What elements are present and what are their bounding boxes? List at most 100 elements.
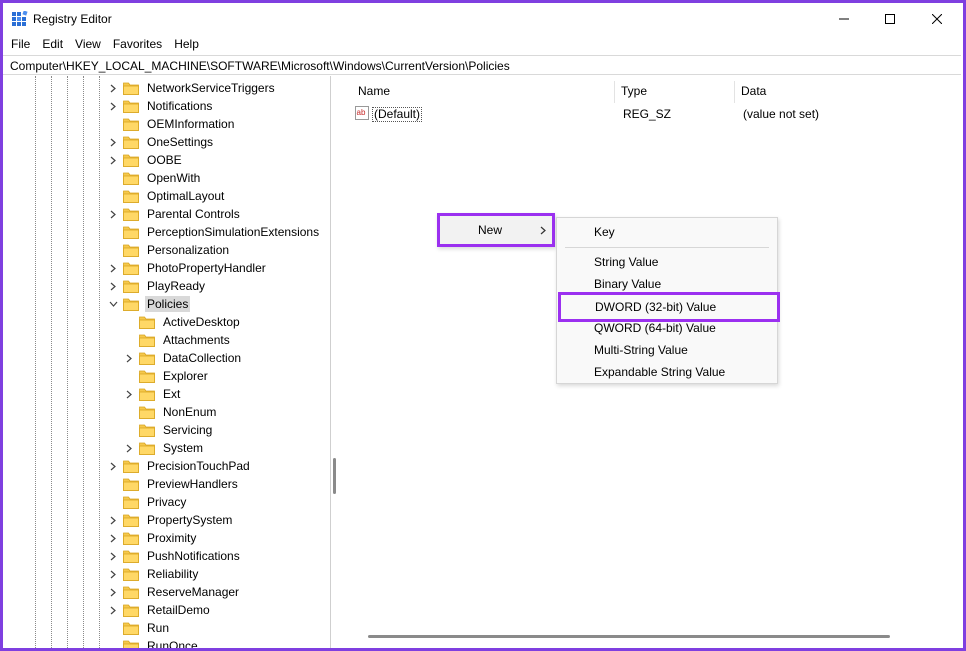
folder-icon: [139, 370, 155, 383]
tree-item[interactable]: Attachments: [124, 331, 232, 349]
tree-item[interactable]: RetailDemo: [108, 601, 212, 619]
submenu-item-key[interactable]: Key: [557, 221, 777, 243]
tree-guide-line: [51, 76, 52, 648]
tree-item[interactable]: OneSettings: [108, 133, 215, 151]
column-header-name[interactable]: Name: [358, 84, 390, 98]
tree-item[interactable]: Explorer: [124, 367, 210, 385]
expander-placeholder: [124, 367, 134, 385]
chevron-down-icon[interactable]: [108, 295, 118, 313]
tree-item-label: Servicing: [163, 423, 213, 437]
tree-item[interactable]: OptimalLayout: [108, 187, 226, 205]
folder-icon: [139, 442, 155, 455]
chevron-right-icon[interactable]: [108, 205, 118, 223]
tree-item-label: Run: [147, 621, 170, 635]
chevron-right-icon[interactable]: [108, 277, 118, 295]
tree-item-label: Proximity: [147, 531, 197, 545]
minimize-button[interactable]: [821, 3, 867, 34]
chevron-right-icon[interactable]: [108, 457, 118, 475]
chevron-right-icon[interactable]: [108, 547, 118, 565]
submenu-item-expandable-string-value[interactable]: Expandable String Value: [557, 361, 777, 383]
chevron-right-icon[interactable]: [124, 439, 134, 457]
tree-item[interactable]: OpenWith: [108, 169, 202, 187]
table-row[interactable]: ab (Default) REG_SZ (value not set): [355, 105, 955, 123]
tree-item[interactable]: OOBE: [108, 151, 184, 169]
folder-icon: [123, 550, 139, 563]
registry-editor-window: Registry Editor File Edit View Favorites…: [3, 3, 963, 648]
tree-item[interactable]: Reliability: [108, 565, 200, 583]
tree-item[interactable]: Parental Controls: [108, 205, 242, 223]
tree-item[interactable]: Personalization: [108, 241, 231, 259]
folder-icon: [123, 154, 139, 167]
tree-pane[interactable]: NetworkServiceTriggers Notifications OEMIn…: [5, 76, 331, 648]
chevron-right-icon[interactable]: [124, 349, 134, 367]
new-submenu: Key String Value Binary Value DWORD (32-…: [556, 217, 780, 384]
chevron-right-icon[interactable]: [108, 601, 118, 619]
horizontal-scrollbar[interactable]: [368, 635, 890, 638]
tree-item[interactable]: Policies: [108, 295, 191, 313]
tree-item[interactable]: Ext: [124, 385, 182, 403]
menu-view[interactable]: View: [69, 35, 107, 55]
column-header-data[interactable]: Data: [741, 84, 766, 98]
chevron-right-icon[interactable]: [108, 259, 118, 277]
tree-item[interactable]: RunOnce: [108, 637, 200, 648]
tree-item-label: PreviewHandlers: [147, 477, 238, 491]
tree-item[interactable]: DataCollection: [124, 349, 243, 367]
tree-item-label: OptimalLayout: [147, 189, 225, 203]
tree-item[interactable]: PhotoPropertyHandler: [108, 259, 268, 277]
expander-placeholder: [108, 241, 118, 259]
menu-item-new[interactable]: New: [440, 219, 552, 241]
svg-text:ab: ab: [357, 108, 366, 117]
chevron-right-icon[interactable]: [108, 79, 118, 97]
chevron-right-icon[interactable]: [108, 151, 118, 169]
tree-item[interactable]: System: [124, 439, 205, 457]
submenu-item-qword-value[interactable]: QWORD (64-bit) Value: [557, 317, 777, 339]
tree-item[interactable]: PropertySystem: [108, 511, 234, 529]
folder-icon: [123, 604, 139, 617]
tree-item[interactable]: Servicing: [124, 421, 214, 439]
column-separator[interactable]: [614, 81, 615, 103]
tree-item[interactable]: PushNotifications: [108, 547, 242, 565]
close-button[interactable]: [914, 3, 960, 34]
tree-item-label: Privacy: [147, 495, 187, 509]
address-bar[interactable]: Computer\HKEY_LOCAL_MACHINE\SOFTWARE\Mic…: [3, 55, 961, 75]
column-header-type[interactable]: Type: [621, 84, 647, 98]
chevron-right-icon[interactable]: [108, 97, 118, 115]
menu-edit[interactable]: Edit: [36, 35, 69, 55]
tree-item[interactable]: Proximity: [108, 529, 198, 547]
column-separator[interactable]: [734, 81, 735, 103]
tree-item-label: ReserveManager: [147, 585, 240, 599]
tree-item-label: PushNotifications: [147, 549, 240, 563]
folder-icon: [123, 460, 139, 473]
menu-file[interactable]: File: [3, 35, 36, 55]
tree-item[interactable]: NetworkServiceTriggers: [108, 79, 277, 97]
tree-item[interactable]: OEMInformation: [108, 115, 236, 133]
chevron-right-icon[interactable]: [108, 529, 118, 547]
submenu-item-string-value[interactable]: String Value: [557, 251, 777, 273]
submenu-item-multi-string-value[interactable]: Multi-String Value: [557, 339, 777, 361]
tree-item[interactable]: Run: [108, 619, 171, 637]
menu-favorites[interactable]: Favorites: [107, 35, 168, 55]
tree-item[interactable]: PerceptionSimulationExtensions: [108, 223, 321, 241]
tree-item[interactable]: PrecisionTouchPad: [108, 457, 252, 475]
menu-help[interactable]: Help: [168, 35, 205, 55]
chevron-right-icon[interactable]: [108, 511, 118, 529]
tree-item[interactable]: Privacy: [108, 493, 188, 511]
tree-guide-line: [67, 76, 68, 648]
maximize-button[interactable]: [867, 3, 913, 34]
tree-item[interactable]: Notifications: [108, 97, 214, 115]
chevron-right-icon[interactable]: [124, 385, 134, 403]
chevron-right-icon[interactable]: [108, 133, 118, 151]
folder-icon: [139, 352, 155, 365]
tree-item-label: Ext: [163, 387, 181, 401]
tree-item[interactable]: PreviewHandlers: [108, 475, 240, 493]
tree-item-label: Notifications: [147, 99, 213, 113]
tree-item[interactable]: NonEnum: [124, 403, 218, 421]
tree-item[interactable]: ActiveDesktop: [124, 313, 242, 331]
minimize-icon: [839, 18, 849, 19]
chevron-right-icon[interactable]: [108, 565, 118, 583]
tree-item[interactable]: ReserveManager: [108, 583, 241, 601]
chevron-right-icon[interactable]: [108, 583, 118, 601]
tree-scrollbar[interactable]: [333, 458, 336, 494]
tree-item-label: OneSettings: [147, 135, 214, 149]
tree-item[interactable]: PlayReady: [108, 277, 207, 295]
